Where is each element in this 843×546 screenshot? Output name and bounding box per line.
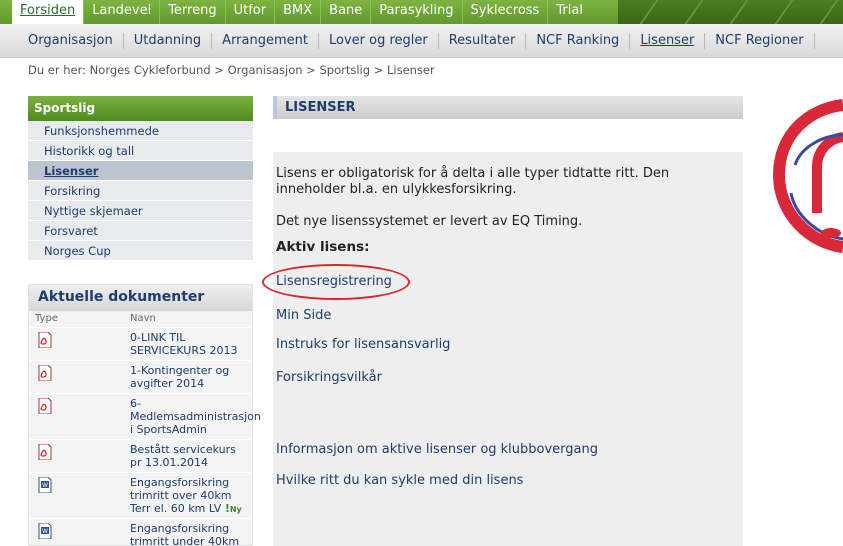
system-note: Det nye lisenssystemet er levert av EQ T…	[276, 214, 583, 229]
sidebar-item-nyttige-skjemaer[interactable]: Nyttige skjemaer	[28, 201, 253, 221]
link-forsikringsvilkar[interactable]: Forsikringsvilkår	[276, 370, 382, 385]
sub-nav-bar: Organisasjon Utdanning Arrangement Lover…	[0, 24, 843, 58]
pdf-icon[interactable]	[38, 444, 52, 460]
sub-tab-organisasjon[interactable]: Organisasjon	[18, 33, 124, 49]
document-link[interactable]: Bestått servicekurs pr 13.01.2014	[130, 443, 250, 469]
top-nav-bar: Forsiden Landevei Terreng Utfor BMX Bane…	[0, 0, 843, 24]
top-tab-terreng[interactable]: Terreng	[159, 0, 224, 24]
active-license-heading: Aktiv lisens:	[276, 239, 370, 255]
document-link[interactable]: 6-Medlemsadministrasjon i SportsAdmin	[130, 397, 261, 436]
top-tab-bmx[interactable]: BMX	[274, 0, 320, 24]
link-instruks[interactable]: Instruks for lisensansvarlig	[276, 337, 450, 352]
top-tabs: Forsiden Landevei Terreng Utfor BMX Bane…	[12, 0, 591, 24]
document-link[interactable]: Engangsforsikring trimritt over 40km Ter…	[130, 476, 250, 516]
top-tab-forsiden[interactable]: Forsiden	[12, 0, 84, 24]
sidebar-item-historikk[interactable]: Historikk og tall	[28, 141, 253, 161]
sidebar-item-lisenser[interactable]: Lisenser	[28, 161, 253, 181]
top-tab-syklecross[interactable]: Syklecross	[461, 0, 548, 24]
document-link[interactable]: 1-Kontingenter og avgifter 2014	[130, 364, 250, 390]
sidebar-item-forsvaret[interactable]: Forsvaret	[28, 221, 253, 241]
document-row[interactable]: W Engangsforsikring trimritt under 40km	[29, 518, 252, 546]
new-badge-label: Ny	[229, 505, 242, 514]
top-tab-landevei[interactable]: Landevei	[83, 0, 159, 24]
word-icon[interactable]: W	[38, 523, 52, 539]
sidebar-menu: Sportslig Funksjonshemmede Historikk og …	[28, 96, 253, 261]
sub-tab-lisenser[interactable]: Lisenser	[630, 33, 706, 49]
highlight-circle	[262, 264, 410, 300]
svg-text:W: W	[42, 528, 48, 535]
main-content: LISENSER Lisens er obligatorisk for å de…	[273, 96, 743, 546]
sidebar-heading[interactable]: Sportslig	[28, 96, 253, 121]
pdf-icon[interactable]	[38, 398, 52, 414]
column-type: Type	[35, 313, 58, 324]
sub-tab-arrangement[interactable]: Arrangement	[212, 33, 319, 49]
document-link[interactable]: Engangsforsikring trimritt under 40km	[130, 522, 250, 546]
pdf-icon[interactable]	[38, 365, 52, 381]
link-informasjon[interactable]: Informasjon om aktive lisenser og klubbo…	[276, 442, 598, 457]
documents-panel: Aktuelle dokumenter Type Navn 0-LINK TIL…	[28, 284, 261, 546]
new-badge: !Ny	[225, 502, 242, 515]
sidebar-item-forsikring[interactable]: Forsikring	[28, 181, 253, 201]
document-row[interactable]: 1-Kontingenter og avgifter 2014	[29, 360, 252, 393]
sub-tab-resultater[interactable]: Resultater	[439, 33, 527, 49]
top-tab-trial[interactable]: Trial	[547, 0, 591, 24]
sidebar-item-funksjonshemmede[interactable]: Funksjonshemmede	[28, 121, 253, 141]
breadcrumb[interactable]: Du er her: Norges Cykleforbund > Organis…	[28, 63, 435, 77]
sidebar-item-norges-cup[interactable]: Norges Cup	[28, 241, 253, 261]
pdf-icon[interactable]	[38, 332, 52, 348]
document-link[interactable]: 0-LINK TIL SERVICEKURS 2013	[130, 331, 250, 357]
sub-tab-utdanning[interactable]: Utdanning	[124, 33, 213, 49]
sub-tabs: Organisasjon Utdanning Arrangement Lover…	[18, 24, 815, 58]
link-min-side[interactable]: Min Side	[276, 308, 331, 323]
link-hvilke-ritt[interactable]: Hvilke ritt du kan sykle med din lisens	[276, 473, 523, 488]
top-tab-parasykling[interactable]: Parasykling	[370, 0, 461, 24]
documents-title: Aktuelle dokumenter	[29, 285, 252, 311]
content-body: Lisens er obligatorisk for å delta i all…	[273, 152, 743, 546]
cycling-federation-logo	[773, 99, 843, 253]
top-tab-utfor[interactable]: Utfor	[224, 0, 275, 24]
document-row[interactable]: 6-Medlemsadministrasjon i SportsAdmin	[29, 393, 261, 439]
document-row[interactable]: 0-LINK TIL SERVICEKURS 2013	[29, 327, 252, 360]
sub-tab-lover-og-regler[interactable]: Lover og regler	[319, 33, 439, 49]
document-row[interactable]: W Engangsforsikring trimritt over 40km T…	[29, 472, 252, 518]
word-icon[interactable]: W	[38, 477, 52, 493]
intro-text: Lisens er obligatorisk for å delta i all…	[276, 166, 670, 197]
svg-text:W: W	[42, 482, 48, 489]
documents-header: Type Navn	[29, 311, 252, 327]
sub-tab-ncf-regioner[interactable]: NCF Regioner	[705, 33, 815, 49]
document-row[interactable]: Bestått servicekurs pr 13.01.2014	[29, 439, 252, 472]
document-name[interactable]: Engangsforsikring trimritt over 40km Ter…	[130, 476, 231, 515]
sub-tab-ncf-ranking[interactable]: NCF Ranking	[526, 33, 631, 49]
top-decoration	[618, 0, 843, 24]
top-tab-bane[interactable]: Bane	[320, 0, 370, 24]
page-title: LISENSER	[273, 96, 743, 119]
column-name: Navn	[130, 313, 156, 324]
